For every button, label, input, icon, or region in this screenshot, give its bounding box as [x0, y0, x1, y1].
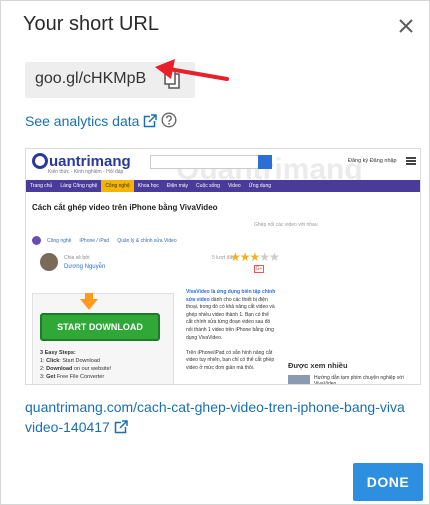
- preview-gplus-icon: G+: [254, 265, 264, 273]
- help-icon[interactable]: [161, 112, 177, 128]
- preview-site-logo: uantrimang: [32, 153, 131, 170]
- short-url-text: goo.gl/cHKMpB: [35, 70, 147, 87]
- long-url-text: quantrimang.com/cach-cat-ghep-video-tren…: [25, 399, 405, 435]
- analytics-link-label: See analytics data: [25, 113, 140, 129]
- done-button[interactable]: DONE: [353, 463, 423, 501]
- preview-search-box: [150, 155, 270, 169]
- preview-nav-item: Video: [227, 183, 241, 189]
- preview-nav-item: Cuộc sống: [196, 183, 220, 189]
- preview-ad-arrow-head: [80, 299, 98, 310]
- close-icon[interactable]: [393, 13, 419, 39]
- preview-nav-bar: Trang chủ Làng Công nghệ Công nghệ Khoa …: [26, 180, 420, 192]
- preview-menu-icon: [406, 157, 416, 165]
- preview-sidebar-item: Hướng dẫn tạm phim chuyện nghiệp với Viv…: [314, 375, 404, 385]
- preview-site-tagline: Kiến thức - Kinh nghiệm - Hỏi đáp: [48, 169, 124, 175]
- preview-sidebar-thumbnail: [288, 375, 310, 384]
- preview-home-icon: [32, 236, 41, 245]
- preview-nav-item: Ứng dụng: [248, 183, 271, 189]
- preview-crumb: Công nghệ: [47, 237, 72, 244]
- see-analytics-link[interactable]: See analytics data: [25, 113, 158, 129]
- preview-author-by: Chia sẻ bởi: [64, 255, 90, 261]
- page-preview-thumbnail: uantrimang Kiến thức - Kinh nghiệm - Hỏi…: [25, 148, 421, 385]
- external-link-icon: [144, 114, 158, 128]
- preview-breadcrumb: Công nghệ iPhone / iPad Quản lý & chỉnh …: [32, 236, 185, 245]
- preview-site-header: uantrimang Kiến thức - Kinh nghiệm - Hỏi…: [26, 149, 420, 186]
- short-url-dialog: Your short URL goo.gl/cHKMpB See analyti…: [0, 0, 430, 505]
- dialog-title: Your short URL: [23, 13, 159, 35]
- preview-login-links: Đăng ký Đăng nhập: [348, 158, 397, 164]
- preview-crumb: Quản lý & chỉnh sửa Video: [117, 237, 177, 244]
- preview-ad-steps: 3 Easy Steps: 1: Click: Start Download 2…: [40, 350, 112, 380]
- red-arrow-annotation: [155, 59, 229, 81]
- preview-nav-item: Điện máy: [166, 183, 189, 189]
- preview-nav-item-active: Công nghệ: [101, 180, 134, 192]
- preview-nav-item: Khoa học: [137, 183, 159, 189]
- preview-article-subtitle: Ghép nối các video với nhau: [254, 222, 318, 228]
- preview-ad-download-button: START DOWNLOAD: [40, 313, 160, 341]
- preview-rating-stars: ★★★★★: [230, 250, 280, 264]
- preview-search-icon: [258, 155, 272, 169]
- preview-author-avatar: [40, 253, 58, 271]
- external-link-icon: [114, 420, 128, 434]
- preview-body-text: VivaVideo là ứng dụng biên tập chỉnh sửa…: [186, 289, 276, 371]
- preview-article-title: Cách cắt ghép video trên iPhone bằng Viv…: [32, 203, 218, 212]
- preview-sidebar-heading: Được xem nhiều: [288, 361, 348, 370]
- long-url-link[interactable]: quantrimang.com/cach-cat-ghep-video-tren…: [25, 397, 405, 437]
- preview-author-name: Dương Nguyễn: [64, 264, 106, 270]
- preview-nav-item: Trang chủ: [30, 183, 53, 189]
- preview-nav-item: Làng Công nghệ: [60, 183, 98, 189]
- preview-crumb: iPhone / iPad: [79, 237, 110, 244]
